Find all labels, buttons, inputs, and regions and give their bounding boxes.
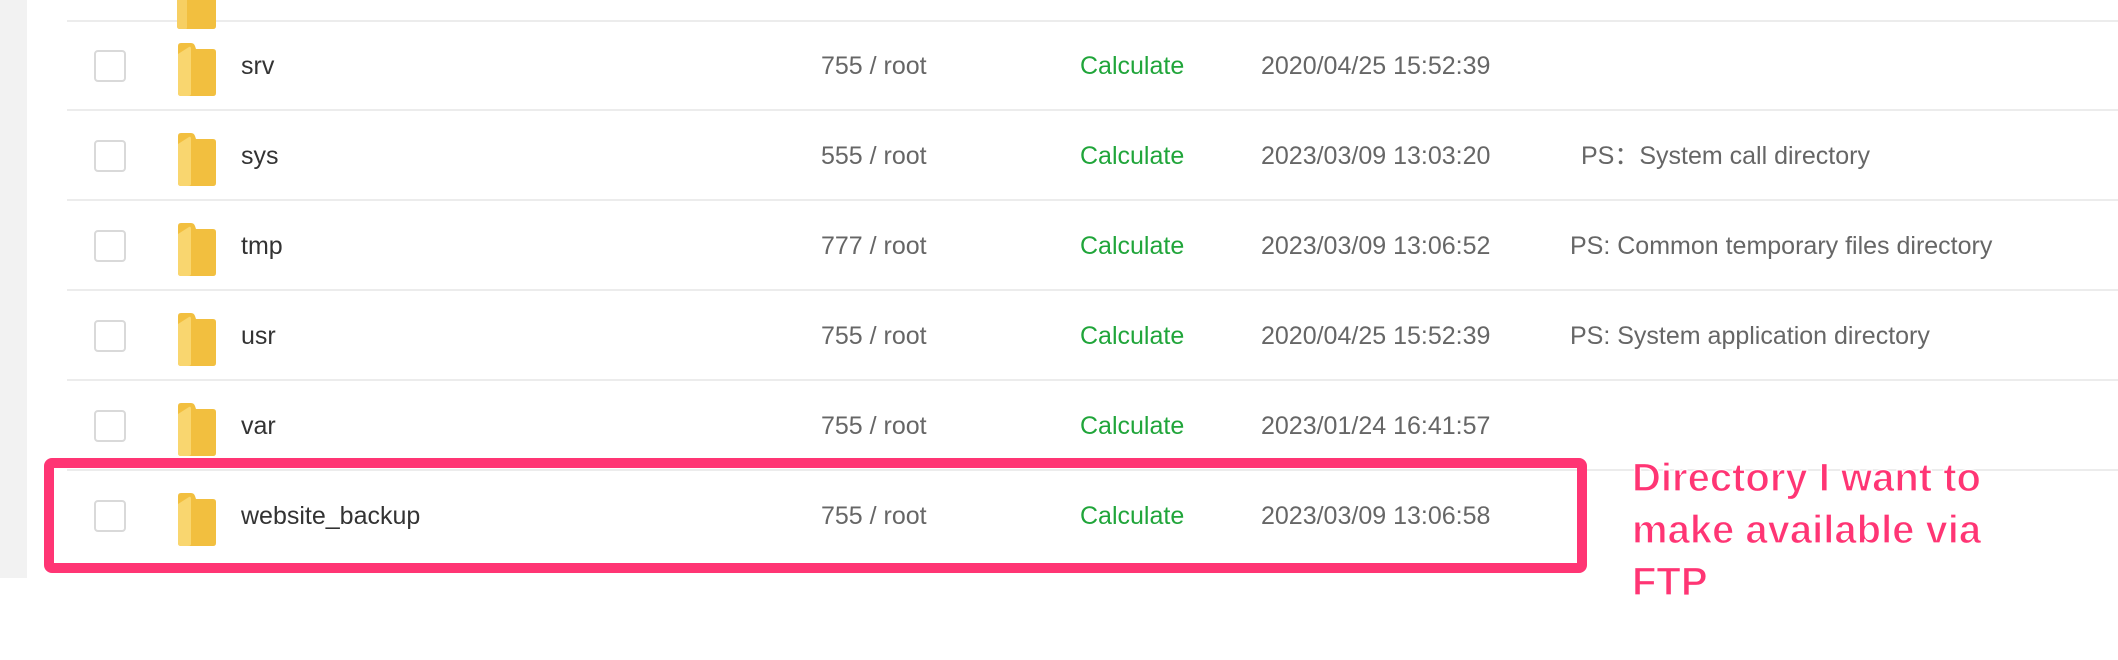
file-name[interactable]: tmp — [241, 202, 283, 291]
left-sidebar-edge — [0, 0, 27, 578]
folder-icon — [178, 403, 216, 456]
calculate-size-link[interactable]: Calculate — [1080, 292, 1184, 381]
annotation-text: Directory I want to make available via F… — [1631, 455, 1982, 604]
file-manager-page: srv 755 / root Calculate 2020/04/25 15:5… — [0, 0, 2118, 660]
folder-icon — [178, 313, 216, 366]
calculate-size-link[interactable]: Calculate — [1080, 202, 1184, 291]
modified-time: 2023/03/09 13:06:52 — [1261, 232, 1491, 260]
file-permissions[interactable]: 755 / root — [821, 22, 927, 111]
folder-icon — [178, 43, 216, 96]
row-checkbox[interactable] — [94, 320, 126, 352]
calculate-size-link[interactable]: Calculate — [1080, 112, 1184, 201]
calculate-size-link[interactable]: Calculate — [1080, 22, 1184, 111]
file-name[interactable]: usr — [241, 292, 276, 381]
modified-time: 2020/04/25 15:52:39 — [1261, 52, 1491, 80]
file-permissions[interactable]: 777 / root — [821, 202, 927, 291]
modified-time: 2023/03/09 13:03:20 — [1261, 142, 1491, 170]
file-name[interactable]: srv — [241, 22, 274, 111]
modified-time: 2020/04/25 15:52:39 — [1261, 322, 1491, 350]
table-row[interactable]: tmp 777 / root Calculate 2023/03/09 13:0… — [67, 202, 2118, 291]
table-row[interactable]: sys 555 / root Calculate 2023/03/09 13:0… — [67, 112, 2118, 201]
file-name[interactable]: sys — [241, 112, 279, 201]
folder-icon — [178, 223, 216, 276]
directory-note[interactable]: PS：System call directory — [1581, 112, 1870, 201]
row-checkbox[interactable] — [94, 410, 126, 442]
file-permissions[interactable]: 755 / root — [821, 292, 927, 381]
row-checkbox[interactable] — [94, 230, 126, 262]
table-row[interactable]: srv 755 / root Calculate 2020/04/25 15:5… — [67, 22, 2118, 111]
directory-note[interactable]: PS: Common temporary files directory — [1570, 202, 1992, 291]
directory-note[interactable]: PS: System application directory — [1570, 292, 1930, 381]
highlight-annotation-box — [44, 458, 1587, 573]
row-checkbox[interactable] — [94, 50, 126, 82]
folder-icon — [178, 133, 216, 186]
file-permissions[interactable]: 555 / root — [821, 112, 927, 201]
table-row-partial — [67, 0, 2118, 29]
table-row[interactable]: usr 755 / root Calculate 2020/04/25 15:5… — [67, 292, 2118, 381]
row-checkbox[interactable] — [94, 140, 126, 172]
